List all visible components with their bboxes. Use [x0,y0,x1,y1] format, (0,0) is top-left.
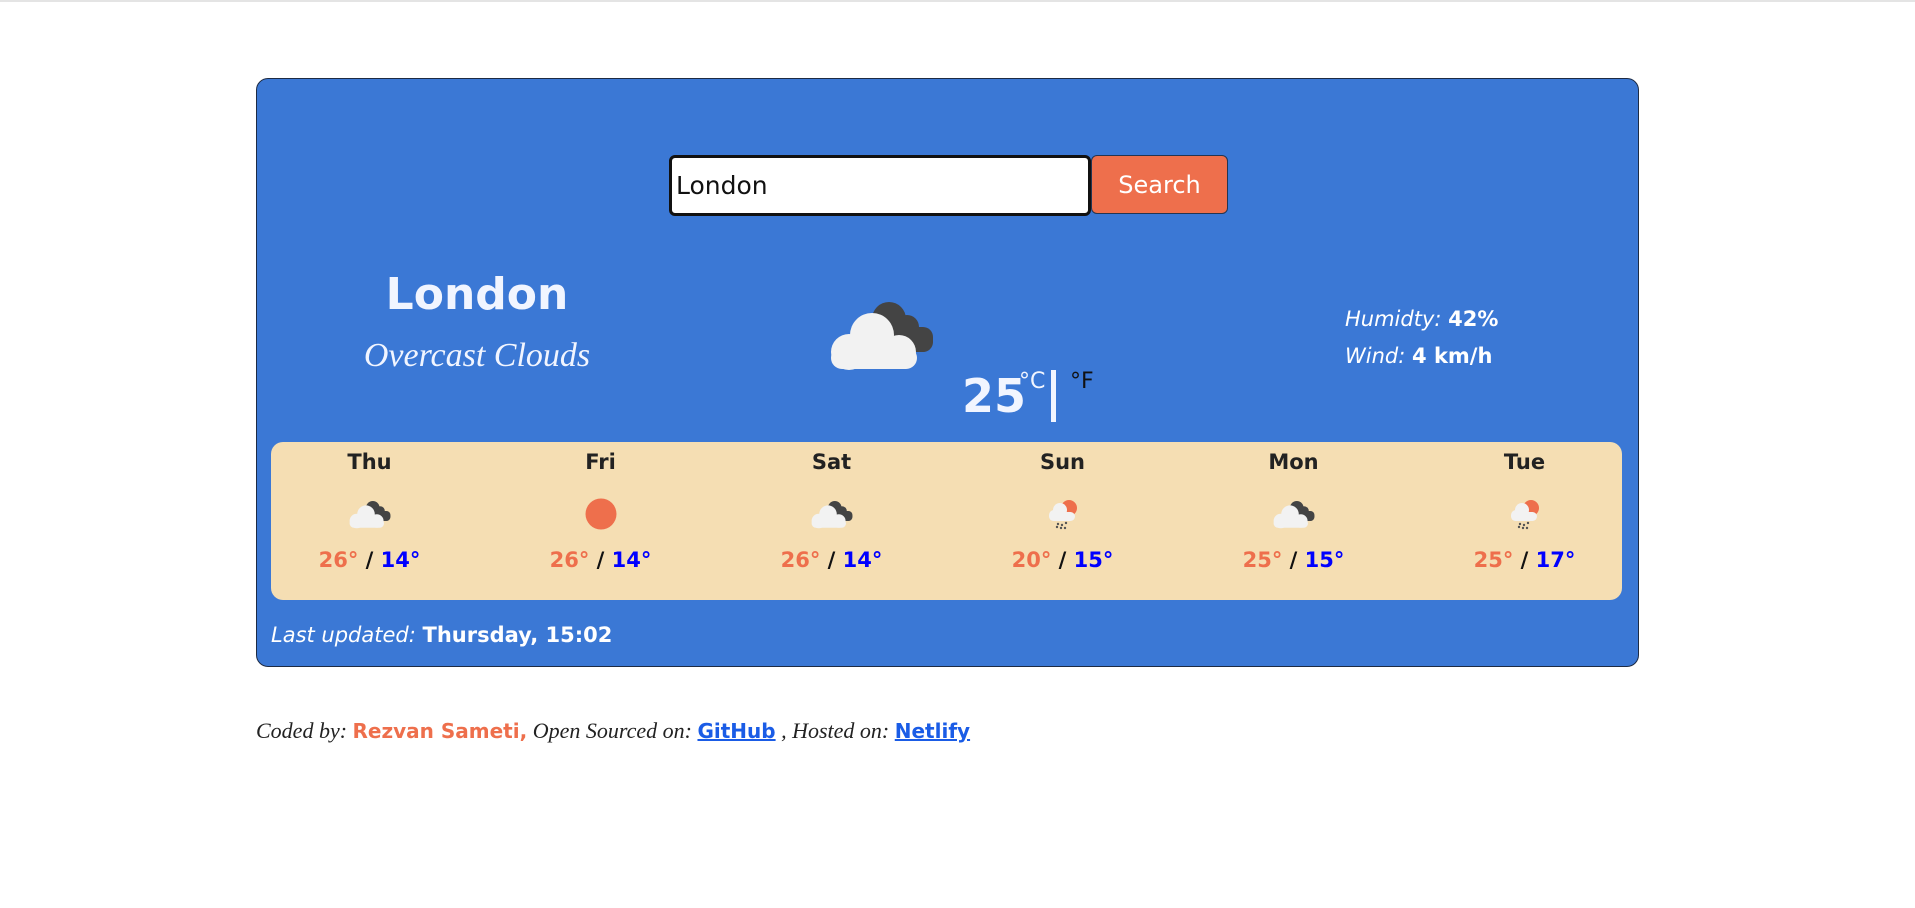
humidity-label: Humidty: [1345,307,1442,331]
forecast-day: Fri 26° / 14° [485,442,716,572]
last-updated: Last updated: Thursday, 15:02 [271,623,612,647]
forecast-max: 20° [1011,548,1052,572]
wind-value: 4 km/h [1412,344,1493,368]
forecast-day: Tue 25° / 17° [1409,442,1640,572]
browser-top-border [0,0,1915,2]
city-search-input[interactable] [669,155,1091,216]
last-updated-value: Thursday, 15:02 [422,623,613,647]
weather-stats: Humidty: 42% Wind: 4 km/h [1345,301,1498,375]
netlify-link[interactable]: Netlify [895,719,970,743]
author-name: Rezvan Sameti, [352,719,528,743]
hosted-label: , Hosted on: [781,718,890,743]
weather-card: Search London Overcast Clouds 25 °C °F H… [256,78,1639,667]
forecast-day-name: Mon [1268,450,1319,474]
forecast-panel: Thu 26° / 14° Fri 26° / 14° Sat 26° / 14° Sun 2… [271,442,1622,600]
open-sourced-label: Open Sourced on: [532,718,692,743]
forecast-min: 14° [611,548,652,572]
forecast-day: Sun 20° / 15° [947,442,1178,572]
wind-label: Wind: [1345,344,1406,368]
footer: Coded by: Rezvan Sameti, Open Sourced on… [256,718,970,744]
forecast-day-name: Fri [585,450,616,474]
forecast-min: 17° [1535,548,1576,572]
forecast-temps: 26° / 14° [318,548,421,572]
forecast-day-name: Sun [1039,450,1086,474]
forecast-day: Thu 26° / 14° [254,442,485,572]
rain-sun-icon [1409,494,1640,534]
last-updated-label: Last updated: [271,623,416,647]
github-link[interactable]: GitHub [697,719,775,743]
rain-sun-icon [947,494,1178,534]
overcast-clouds-icon [827,297,937,376]
humidity-value: 42% [1448,307,1499,331]
overcast-clouds-icon [254,494,485,534]
forecast-temps: 25° / 17° [1473,548,1576,572]
forecast-day: Sat 26° / 14° [716,442,947,572]
city-name: London [385,269,569,320]
overcast-clouds-icon [1178,494,1409,534]
forecast-min: 15° [1073,548,1114,572]
search-button[interactable]: Search [1091,155,1228,214]
overcast-clouds-icon [716,494,947,534]
forecast-temps: 26° / 14° [780,548,883,572]
celsius-toggle[interactable]: °C [1019,369,1045,394]
forecast-day-name: Tue [1503,450,1546,474]
forecast-max: 25° [1242,548,1283,572]
forecast-temps: 25° / 15° [1242,548,1345,572]
forecast-max: 26° [780,548,821,572]
forecast-temps: 26° / 14° [549,548,652,572]
unit-separator [1051,370,1056,422]
clear-sun-icon [485,494,716,534]
humidity: Humidty: 42% [1345,301,1498,338]
coded-by-label: Coded by: [256,718,348,743]
wind: Wind: 4 km/h [1345,338,1498,375]
forecast-max: 26° [549,548,590,572]
forecast-day-name: Sat [811,450,852,474]
forecast-min: 14° [842,548,883,572]
forecast-max: 26° [318,548,359,572]
forecast-day-name: Thu [347,450,392,474]
fahrenheit-toggle[interactable]: °F [1070,369,1094,394]
forecast-min: 15° [1304,548,1345,572]
forecast-max: 25° [1473,548,1514,572]
current-temperature: 25 [962,369,1027,423]
weather-description: Overcast Clouds [363,337,591,374]
forecast-min: 14° [380,548,421,572]
forecast-day: Mon 25° / 15° [1178,442,1409,572]
forecast-temps: 20° / 15° [1011,548,1114,572]
